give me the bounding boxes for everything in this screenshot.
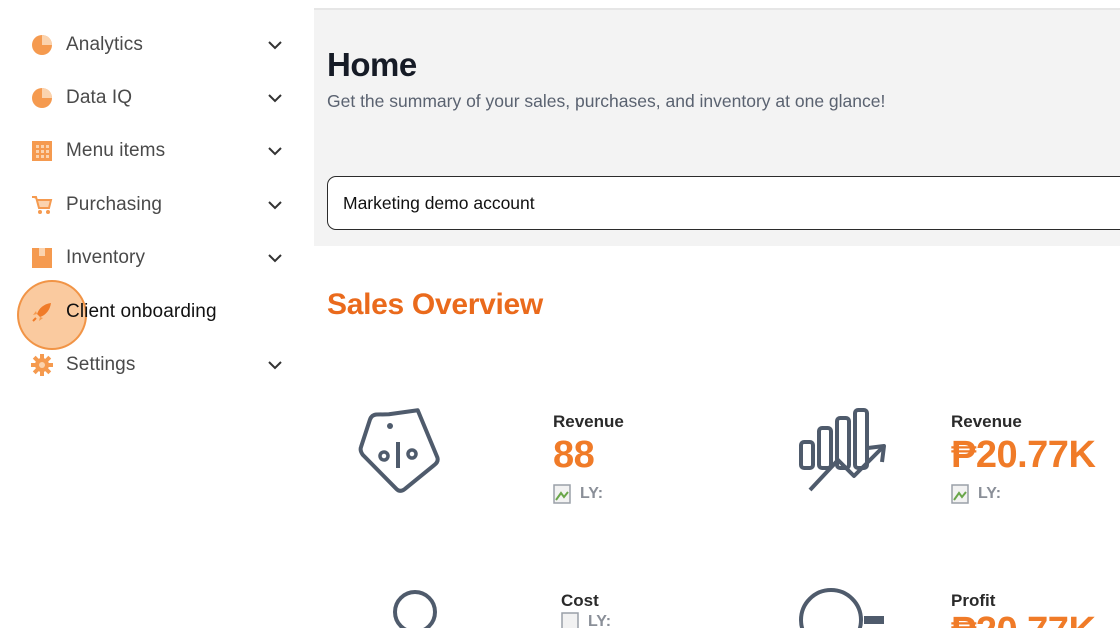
stat-label: Profit	[951, 591, 996, 610]
sidebar-item-label: Client onboarding	[66, 301, 217, 322]
ly-label: LY:	[580, 485, 604, 502]
sidebar-item-label: Inventory	[66, 247, 146, 268]
account-select-value: Marketing demo account	[343, 192, 535, 213]
grid-icon	[30, 139, 54, 163]
page-subtitle: Get the summary of your sales, purchases…	[327, 91, 886, 111]
sidebar-item-purchasing[interactable]: Purchasing	[30, 185, 284, 225]
account-select[interactable]: Marketing demo account	[327, 176, 1120, 230]
broken-image-icon	[951, 484, 969, 504]
broken-image-icon	[553, 484, 571, 504]
ly-row: LY:	[951, 484, 1001, 504]
stat-label: Revenue	[951, 412, 1022, 431]
page-title: Home	[327, 46, 417, 83]
chevron-down-icon[interactable]	[266, 36, 284, 54]
stat-value: 88	[553, 434, 595, 476]
pie-chart-icon	[30, 33, 54, 57]
sidebar-item-label: Menu items	[66, 140, 166, 161]
sidebar-item-data-iq[interactable]: Data IQ	[30, 78, 284, 118]
ly-row: LY:	[553, 484, 603, 504]
magnifier-icon	[798, 586, 890, 628]
rocket-icon	[30, 300, 54, 324]
stat-label: Revenue	[553, 412, 624, 431]
box-icon	[30, 246, 54, 270]
sidebar-item-label: Settings	[66, 354, 136, 375]
main-content: Home Get the summary of your sales, purc…	[314, 0, 1120, 628]
stat-value: ₱20.77K	[951, 434, 1096, 476]
ly-row: LY:	[561, 612, 611, 628]
ly-label: LY:	[588, 613, 612, 628]
magnifier-icon	[392, 590, 442, 628]
sales-overview-title: Sales Overview	[327, 288, 543, 321]
trend-chart-icon	[798, 408, 890, 499]
cart-icon	[30, 193, 54, 217]
chevron-down-icon[interactable]	[266, 142, 284, 160]
broken-image-icon	[561, 612, 579, 628]
sidebar-item-label: Purchasing	[66, 194, 163, 215]
sidebar-item-inventory[interactable]: Inventory	[30, 238, 284, 278]
stat-value: ₱20.77K	[951, 610, 1096, 628]
sidebar-item-label: Data IQ	[66, 87, 133, 108]
ly-label: LY:	[978, 485, 1002, 502]
chevron-down-icon[interactable]	[266, 196, 284, 214]
chevron-down-icon[interactable]	[266, 249, 284, 267]
sidebar-item-label: Analytics	[66, 34, 143, 55]
chevron-down-icon[interactable]	[266, 356, 284, 374]
sidebar-item-menu-items[interactable]: Menu items	[30, 131, 284, 171]
sidebar: Analytics Data IQ Menu items Purchasing	[0, 0, 314, 628]
sidebar-item-settings[interactable]: Settings	[30, 345, 284, 385]
gear-icon	[30, 353, 54, 377]
stat-label: Cost	[561, 591, 599, 610]
page-header: Home Get the summary of your sales, purc…	[314, 8, 1120, 246]
price-tag-icon	[354, 402, 444, 503]
sidebar-item-client-onboarding[interactable]: Client onboarding	[30, 292, 284, 332]
sidebar-item-analytics[interactable]: Analytics	[30, 25, 284, 65]
pie-chart-icon	[30, 86, 54, 110]
chevron-down-icon[interactable]	[266, 89, 284, 107]
